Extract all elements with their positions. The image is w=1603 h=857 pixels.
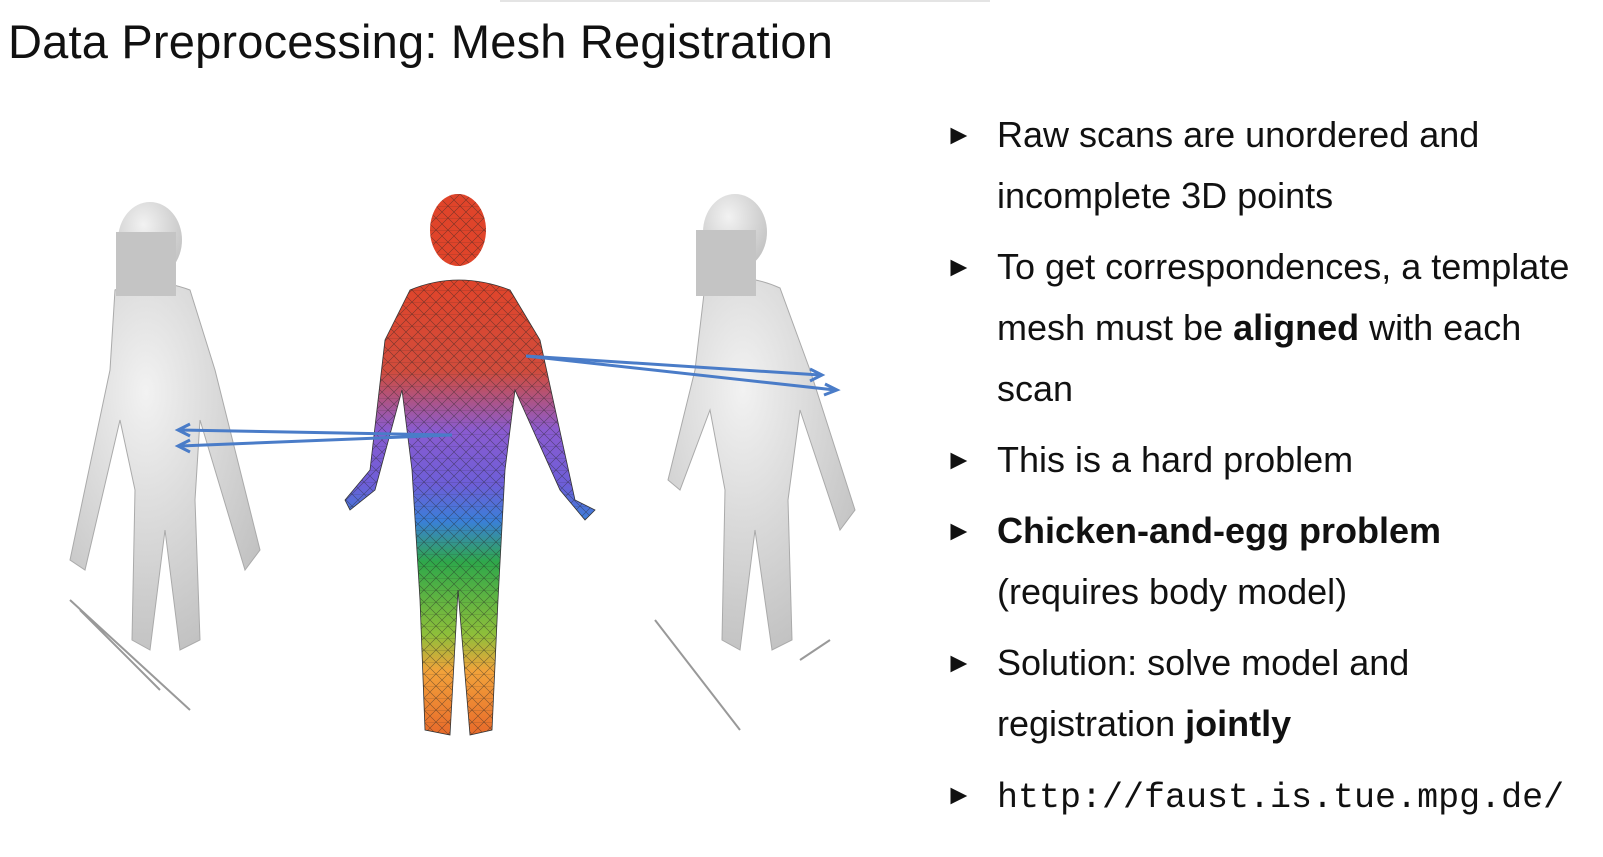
bullet-arrow-icon: ► <box>945 251 973 282</box>
bullet-text-tail: (requires body model) <box>997 571 1348 612</box>
bullet-list: ► Raw scans are unordered and incomplete… <box>945 104 1585 839</box>
bullet-item: ► Chicken-and-egg problem (requires body… <box>945 500 1585 622</box>
faust-url-link[interactable]: http://faust.is.tue.mpg.de/ <box>997 778 1564 818</box>
bullet-bold-text: jointly <box>1185 703 1292 744</box>
bullet-arrow-icon: ► <box>945 779 973 810</box>
bullet-arrow-icon: ► <box>945 444 973 475</box>
bullet-item: ► Solution: solve model and registration… <box>945 632 1585 754</box>
top-rule <box>500 0 990 2</box>
bullet-arrow-icon: ► <box>945 119 973 150</box>
bullet-item: ► http://faust.is.tue.mpg.de/ <box>945 764 1585 829</box>
mesh-registration-figure <box>69 194 856 736</box>
face-blur-left <box>116 232 176 296</box>
face-blur-right <box>696 230 756 296</box>
right-scan <box>654 194 856 731</box>
bullet-text: Raw scans are unordered and incomplete 3… <box>997 114 1480 216</box>
bullet-arrow-icon: ► <box>945 647 973 678</box>
bullet-item: ► Raw scans are unordered and incomplete… <box>945 104 1585 226</box>
template-mesh <box>344 194 596 736</box>
bullet-item: ► This is a hard problem <box>945 429 1585 490</box>
bullet-bold-text: aligned <box>1233 307 1360 348</box>
bullet-text: This is a hard problem <box>997 439 1354 480</box>
bullet-item: ► To get correspondences, a template mes… <box>945 236 1585 419</box>
slide-title: Data Preprocessing: Mesh Registration <box>8 15 834 68</box>
bullet-bold-text: Chicken-and-egg problem <box>997 510 1442 551</box>
bullet-arrow-icon: ► <box>945 515 973 546</box>
